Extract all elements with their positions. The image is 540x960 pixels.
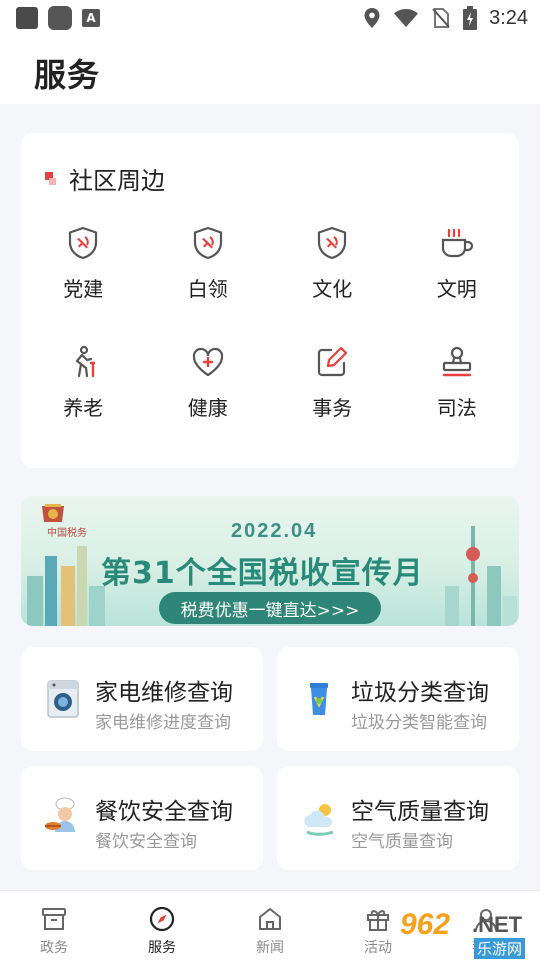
wifi-icon (394, 9, 419, 27)
tab-label: 活动 (364, 940, 392, 956)
section-title-text: 社区周边 (69, 167, 165, 195)
community-item-civilization[interactable]: 文明 (395, 225, 520, 302)
community-item-label: 养老 (63, 396, 104, 420)
service-subtitle: 垃圾分类智能查询 (351, 713, 487, 733)
community-item-whitecollar[interactable]: 白领 (146, 225, 271, 302)
community-grid: 党建 白领 文化 文明 养老 健康 事务 司法 (21, 225, 519, 421)
washing-machine-icon (47, 680, 79, 718)
page-header: 服务 (0, 36, 540, 104)
tab-label: 服务 (148, 940, 176, 956)
service-card-garbage-sorting[interactable]: 垃圾分类查询 垃圾分类智能查询 (277, 647, 519, 751)
no-sim-icon (432, 8, 450, 28)
community-item-label: 司法 (436, 396, 477, 420)
service-title: 餐饮安全查询 (95, 799, 233, 825)
party-shield-icon (193, 226, 222, 260)
notification-a-icon: A (82, 9, 100, 27)
watermark-number: 962 (400, 908, 451, 941)
tax-emblem-icon (42, 504, 64, 522)
tab-service[interactable]: 服务 (108, 891, 216, 960)
status-time: 3:24 (489, 6, 528, 29)
city-skyline-left (27, 546, 105, 626)
tax-month-banner[interactable]: 中国税务 2022.04 第31个全国税收宣传月 税费优惠一键直达>>> (21, 496, 519, 626)
heart-plus-icon (192, 347, 223, 377)
community-item-label: 文化 (312, 277, 353, 301)
archive-box-icon (42, 908, 66, 930)
tab-government[interactable]: 政务 (0, 891, 108, 960)
community-item-elderly[interactable]: 养老 (21, 344, 146, 421)
watermark-suffix: .NET (472, 912, 523, 937)
edit-pencil-icon (318, 346, 348, 377)
location-icon (364, 8, 380, 28)
community-item-label: 事务 (312, 396, 353, 420)
community-item-culture[interactable]: 文化 (270, 225, 395, 302)
service-title: 垃圾分类查询 (351, 680, 489, 706)
tab-label: 新闻 (256, 940, 284, 956)
service-card-air-quality[interactable]: 空气质量查询 空气质量查询 (277, 766, 519, 870)
tab-news[interactable]: 新闻 (216, 891, 324, 960)
community-item-label: 健康 (187, 396, 228, 420)
coffee-cup-icon (441, 228, 473, 258)
notification-app-icon (48, 6, 72, 30)
party-shield-icon (69, 226, 98, 260)
service-card-food-safety[interactable]: 餐饮安全查询 餐饮安全查询 (21, 766, 263, 870)
compass-icon (149, 906, 175, 932)
site-watermark: 962 .NET 乐游网 (400, 908, 536, 959)
banner-headline: 第31个全国税收宣传月 (101, 556, 424, 591)
city-skyline-right (445, 526, 517, 626)
status-bar: A 3:24 (0, 0, 540, 36)
community-item-health[interactable]: 健康 (146, 344, 271, 421)
community-item-label: 白领 (187, 277, 228, 301)
community-item-affairs[interactable]: 事务 (270, 344, 395, 421)
tab-label: 政务 (40, 940, 68, 956)
section-title: 社区周边 (45, 161, 165, 196)
community-item-party[interactable]: 党建 (21, 225, 146, 302)
stamp-icon (442, 346, 471, 377)
community-item-label: 文明 (436, 277, 477, 301)
page-title: 服务 (34, 56, 101, 94)
banner-date: 2022.04 (231, 520, 318, 542)
service-title: 家电维修查询 (95, 680, 233, 706)
elderly-cane-icon (76, 345, 96, 378)
service-card-appliance-repair[interactable]: 家电维修查询 家电维修进度查询 (21, 647, 263, 751)
notification-square-icon (16, 7, 38, 29)
battery-charging-icon (463, 6, 478, 30)
chef-icon (45, 797, 75, 832)
community-item-label: 党建 (63, 277, 104, 301)
community-card: 社区周边 党建 白领 文化 文明 养老 健康 事务 司法 (21, 133, 519, 468)
home-icon (259, 908, 281, 930)
banner-cta-button[interactable]: 税费优惠一键直达>>> (159, 592, 381, 624)
trash-bin-icon (310, 683, 328, 715)
gift-icon (367, 910, 389, 931)
section-marker-icon (45, 171, 56, 186)
weather-cloud-icon (304, 804, 334, 836)
watermark-site: 乐游网 (474, 938, 526, 959)
service-subtitle: 空气质量查询 (351, 832, 453, 852)
service-subtitle: 餐饮安全查询 (95, 832, 197, 852)
service-subtitle: 家电维修进度查询 (95, 713, 231, 733)
party-shield-icon (318, 226, 347, 260)
service-title: 空气质量查询 (351, 799, 489, 825)
community-item-judicial[interactable]: 司法 (395, 344, 520, 421)
